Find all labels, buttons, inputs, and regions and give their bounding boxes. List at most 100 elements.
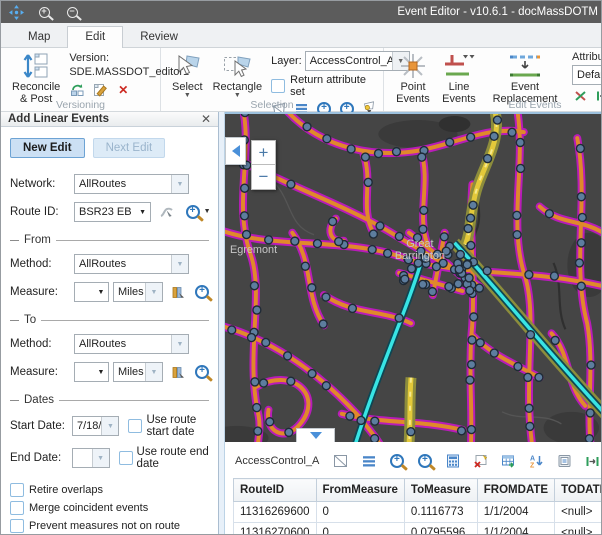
- table-layer-name: AccessControl_A: [235, 455, 319, 467]
- table-row[interactable]: 1131627060000.07955961/1/2004<null>N: [234, 523, 602, 535]
- from-measure-combo[interactable]: ▼: [74, 282, 109, 302]
- prevent-measures-checkbox[interactable]: [10, 519, 24, 533]
- route-id-label: Route ID:: [10, 206, 70, 218]
- rectangle-select-icon: [223, 51, 251, 81]
- to-unit-combo[interactable]: Miles ▼: [113, 362, 163, 382]
- new-edit-button[interactable]: New Edit: [10, 138, 85, 158]
- svg-text:A: A: [530, 456, 535, 463]
- append-rows-icon[interactable]: [500, 453, 517, 469]
- line-events-icon: [443, 51, 475, 81]
- table-cell: 0.1116773: [404, 502, 477, 523]
- svg-text:Great: Great: [406, 238, 433, 250]
- column-header[interactable]: TODATE: [555, 479, 601, 502]
- select-button[interactable]: Select ▼: [167, 51, 208, 99]
- measure-range-icon[interactable]: [584, 453, 601, 469]
- retire-overlaps-checkbox[interactable]: [10, 483, 24, 497]
- attribute-table-panel: AccessControl_A + + AZ: [225, 442, 601, 535]
- point-events-button[interactable]: Point Events: [390, 51, 436, 105]
- table-header-row: RouteIDFromMeasureToMeasureFROMDATETODAT…: [234, 479, 602, 502]
- use-route-end-date-checkbox[interactable]: [119, 451, 133, 465]
- line-events-button[interactable]: Line Events: [436, 51, 482, 105]
- ribbon: Reconcile & Post Version: SDE.MASSDOT_ed…: [1, 48, 601, 112]
- to-zoom-icon[interactable]: +: [195, 365, 209, 380]
- network-label: Network:: [10, 178, 70, 190]
- group-selection: Select ▼ Rectangle ▼ Layer: AccessContro…: [161, 48, 384, 111]
- tab-review[interactable]: Review: [123, 27, 195, 47]
- to-measure-picker-icon[interactable]: [171, 365, 185, 380]
- select-by-geometry-icon[interactable]: [332, 453, 349, 469]
- data-review-icon[interactable]: [556, 453, 573, 469]
- return-attribute-set-checkbox[interactable]: [271, 79, 285, 93]
- reconcile-post-button[interactable]: Reconcile & Post: [7, 51, 65, 105]
- field-calculator-icon[interactable]: [444, 453, 461, 469]
- table-cell: 1/1/2004: [477, 502, 554, 523]
- attribute-set-combo[interactable]: Default ▼: [572, 65, 602, 85]
- pan-to-selected-icon[interactable]: +: [416, 453, 433, 469]
- delete-version-icon[interactable]: ✕: [115, 82, 131, 97]
- clear-selection-icon[interactable]: [472, 453, 489, 469]
- from-measure-picker-icon[interactable]: [171, 285, 185, 300]
- event-editor-window: + − Event Editor - v10.6.1 - docMassDOTM…: [0, 0, 602, 535]
- reconcile-post-icon: [21, 51, 51, 81]
- group-versioning: Reconcile & Post Version: SDE.MASSDOT_ed…: [1, 48, 161, 111]
- svg-text:Z: Z: [530, 463, 535, 469]
- table-cell: 0: [316, 523, 404, 535]
- reconcile-icon[interactable]: [69, 82, 85, 97]
- pan-icon[interactable]: [7, 3, 25, 21]
- new-version-icon[interactable]: [92, 82, 108, 97]
- collapse-left-icon: [232, 145, 240, 157]
- zoom-out-icon[interactable]: −: [63, 3, 81, 21]
- zoom-in-icon[interactable]: +: [35, 3, 53, 21]
- rectangle-button[interactable]: Rectangle ▼: [208, 51, 268, 99]
- tab-map[interactable]: Map: [11, 27, 67, 47]
- map-zoom-out-button[interactable]: −: [251, 165, 276, 190]
- group-edit-events: Point Events Line Events Event Replaceme…: [384, 48, 602, 111]
- start-date-combo[interactable]: 7/18/ ▼: [72, 416, 119, 436]
- merge-coincident-events-checkbox[interactable]: [10, 501, 24, 515]
- collapse-table-button[interactable]: [296, 428, 335, 442]
- network-combo[interactable]: AllRoutes ▼: [74, 174, 189, 194]
- to-measure-combo[interactable]: ▼: [74, 362, 109, 382]
- attribute-set-label: Attribute Set:: [572, 51, 602, 63]
- table-cell: 0.0795596: [404, 523, 477, 535]
- map-canvas[interactable]: Egremont Great Barrington + −: [225, 112, 601, 442]
- sort-icon[interactable]: AZ: [528, 453, 545, 469]
- attribute-table: RouteIDFromMeasureToMeasureFROMDATETODAT…: [233, 478, 601, 535]
- close-panel-icon[interactable]: ✕: [201, 112, 211, 126]
- from-zoom-icon[interactable]: +: [195, 285, 209, 300]
- use-route-start-date-checkbox[interactable]: [128, 419, 142, 433]
- collapse-down-icon: [310, 432, 322, 439]
- from-unit-combo[interactable]: Miles ▼: [113, 282, 163, 302]
- column-header[interactable]: ToMeasure: [404, 479, 477, 502]
- next-edit-button[interactable]: Next Edit: [93, 138, 166, 158]
- layer-label: Layer:: [271, 55, 302, 67]
- ribbon-tabs: Map Edit Review: [1, 23, 601, 48]
- table-cell: <null>: [555, 502, 601, 523]
- add-linear-events-panel: Add Linear Events ✕ New Edit Next Edit N…: [1, 112, 219, 535]
- column-header[interactable]: FROMDATE: [477, 479, 554, 502]
- end-date-combo[interactable]: ▼: [72, 448, 110, 468]
- collapse-panel-button[interactable]: [225, 137, 246, 165]
- title-bar: + − Event Editor - v10.6.1 - docMassDOTM: [1, 1, 601, 23]
- column-header[interactable]: FromMeasure: [316, 479, 404, 502]
- dates-section-legend: Dates: [10, 394, 209, 406]
- tab-edit[interactable]: Edit: [67, 26, 123, 48]
- table-list-icon[interactable]: [360, 453, 377, 469]
- table-cell: 0: [316, 502, 404, 523]
- attribute-table-body: 1131626960000.11167731/1/2004<null>N1131…: [234, 502, 602, 535]
- to-section-legend: To: [10, 314, 209, 326]
- map-zoom-in-button[interactable]: +: [251, 140, 276, 165]
- point-events-icon: [398, 51, 428, 81]
- zoom-to-route-icon[interactable]: +: [186, 205, 200, 220]
- select-route-icon[interactable]: [159, 205, 174, 220]
- from-method-combo[interactable]: AllRoutes ▼: [74, 254, 189, 274]
- table-cell: 1/1/2004: [477, 523, 554, 535]
- map-image[interactable]: Egremont Great Barrington: [225, 114, 601, 442]
- zoom-to-selected-icon[interactable]: +: [388, 453, 405, 469]
- route-id-combo[interactable]: BSR23 EB ▼: [74, 202, 151, 222]
- table-row[interactable]: 1131626960000.11167731/1/2004<null>N: [234, 502, 602, 523]
- column-header[interactable]: RouteID: [234, 479, 317, 502]
- event-replacement-button[interactable]: Event Replacement: [482, 51, 568, 105]
- zoom-route-dropdown-caret[interactable]: ▼: [204, 209, 211, 215]
- to-method-combo[interactable]: AllRoutes ▼: [74, 334, 189, 354]
